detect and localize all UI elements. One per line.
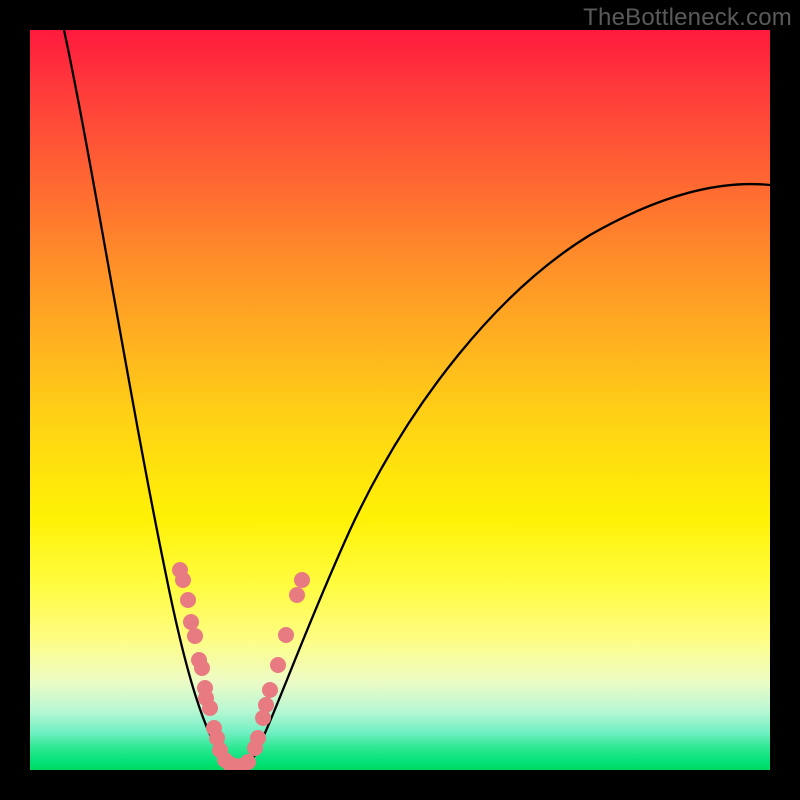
watermark-text: TheBottleneck.com: [583, 4, 792, 32]
chart-svg: [30, 30, 770, 770]
curve-right: [248, 184, 770, 768]
scatter-points: [172, 562, 310, 770]
chart-frame: TheBottleneck.com: [0, 0, 800, 800]
plot-area: [30, 30, 770, 770]
